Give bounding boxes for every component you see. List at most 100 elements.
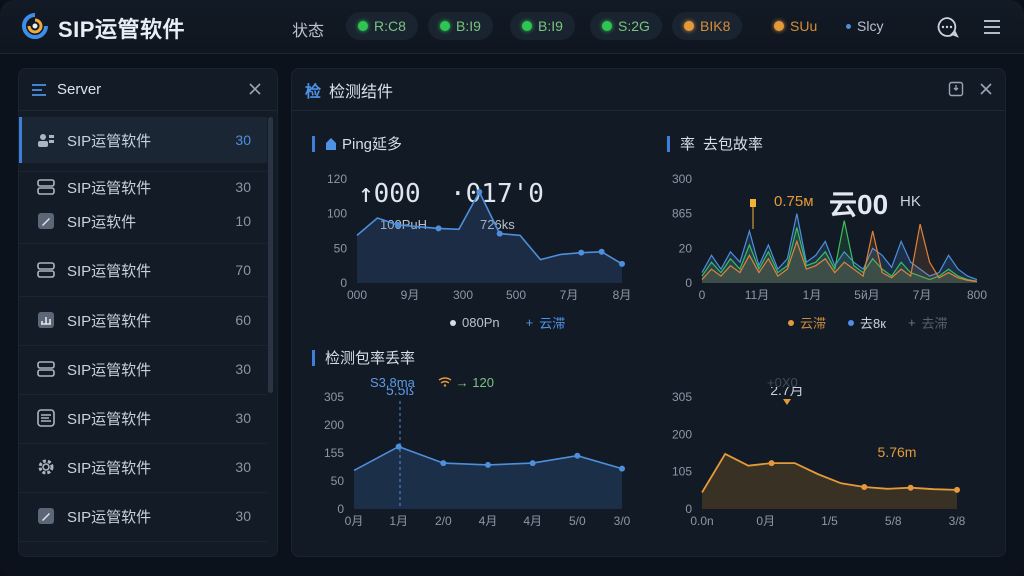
- status-pill-3[interactable]: B:I9: [510, 12, 575, 40]
- y-tick-label: 105: [672, 465, 692, 479]
- peak-marker: [783, 399, 791, 405]
- menu-icon[interactable]: [980, 15, 1004, 39]
- detect-loss-chart: 305 200 155 50 00月 1月 2/0 4月 4月 5/0 3/0 5.5ß: [324, 387, 631, 528]
- loss-section-title: 率 去包故率: [667, 133, 763, 154]
- status-dot-icon: [358, 21, 368, 31]
- app-title: SIP运管软件: [58, 17, 185, 42]
- logo-icon: [22, 13, 48, 39]
- top-bar: SIP运管软件 状态 R:C8 B:I9 B:I9 S:2G BIK8 SUu …: [0, 0, 1024, 54]
- x-tick-label: 1月: [389, 514, 408, 528]
- server-icon: [37, 361, 55, 377]
- x-tick-label: 1月: [803, 288, 822, 302]
- status-dot-icon: [846, 23, 851, 29]
- flag-marker: [750, 199, 756, 207]
- x-tick-label: 7月: [913, 288, 932, 302]
- status-pill-5[interactable]: BIK8: [672, 12, 743, 40]
- sidebar-item-3[interactable]: SIP运软件 10: [19, 209, 267, 233]
- x-tick-label: 0.0n: [690, 514, 713, 528]
- pin-icon: [326, 137, 336, 150]
- y-tick-label: 50: [334, 241, 348, 255]
- loss-legend: 云滞 去8к + 去滞: [788, 313, 948, 332]
- x-tick-label: 5/8: [885, 514, 902, 528]
- x-tick-label: 5/0: [569, 514, 586, 528]
- status-pill-2[interactable]: B:I9: [428, 12, 493, 40]
- x-tick-label: 1/5: [821, 514, 838, 528]
- x-tick-label: 800: [967, 288, 987, 302]
- y-tick-label: 120: [327, 172, 347, 186]
- panel-badge: 检: [305, 83, 322, 101]
- data-point: [598, 248, 605, 255]
- status-dot-icon: [684, 21, 694, 31]
- data-point: [619, 260, 625, 267]
- export-icon[interactable]: [948, 81, 964, 97]
- status-dot-icon: [440, 21, 450, 31]
- data-point: [440, 460, 447, 467]
- detect-section-title: 检测包率丢率: [312, 347, 415, 368]
- sidebar-scrollbar[interactable]: [268, 117, 273, 393]
- y-tick-label: 200: [672, 427, 692, 441]
- divider: [19, 243, 267, 244]
- y-tick-label: 100: [327, 207, 347, 221]
- x-tick-label: 0月: [345, 514, 364, 528]
- sidebar-item-7[interactable]: SIP运管软件 30: [19, 395, 267, 441]
- x-tick-label: 0: [699, 288, 706, 302]
- data-point: [619, 465, 625, 472]
- x-tick-label: 4月: [523, 514, 542, 528]
- series-area: [354, 446, 622, 509]
- data-point: [496, 230, 503, 237]
- sidebar-header: Server: [19, 69, 277, 111]
- status-pill-4[interactable]: S:2G: [590, 12, 662, 40]
- app-window: SIP运管软件 状态 R:C8 B:I9 B:I9 S:2G BIK8 SUu …: [0, 0, 1024, 576]
- data-point: [578, 249, 585, 256]
- sidebar-item-2[interactable]: SIP运管软件 30: [19, 175, 267, 199]
- x-tick-label: 5й月: [854, 288, 879, 302]
- status-pill-1[interactable]: R:C8: [346, 12, 418, 40]
- status-dot-icon: [602, 21, 612, 31]
- data-point: [954, 486, 960, 493]
- sidebar-title: Server: [57, 81, 102, 98]
- divider: [19, 171, 267, 172]
- x-tick-label: 300: [453, 288, 473, 302]
- x-tick-label: 11月: [745, 288, 769, 302]
- edit-icon: [38, 508, 54, 524]
- y-tick-label: 155: [324, 446, 344, 460]
- status-pill-6[interactable]: SUu: [762, 12, 829, 40]
- close-icon[interactable]: [247, 81, 263, 97]
- status-dot-icon: [522, 21, 532, 31]
- sidebar-item-1[interactable]: SIP运管软件 30: [19, 117, 267, 163]
- x-tick-label: 500: [506, 288, 526, 302]
- status-dot-icon: [774, 21, 784, 31]
- sidebar-item-6[interactable]: SIP运管软件 30: [19, 346, 267, 392]
- data-point: [574, 452, 581, 459]
- data-point: [394, 221, 401, 228]
- y-tick-label: 20: [679, 241, 693, 255]
- server-icon: [37, 262, 55, 278]
- series-area: [357, 192, 622, 283]
- x-tick-label: 3/0: [614, 514, 631, 528]
- sidebar-item-4[interactable]: SIP运管软件 70: [19, 247, 267, 293]
- x-tick-label: 9月: [401, 288, 420, 302]
- sidebar-item-9[interactable]: SIP运管软件 30: [19, 493, 267, 539]
- sidebar-item-8[interactable]: SIP运管软件 30: [19, 444, 267, 490]
- y-tick-label: 305: [324, 390, 344, 404]
- list-icon: [37, 409, 55, 427]
- x-tick-label: 3/8: [949, 514, 966, 528]
- wifi-icon: [438, 377, 452, 387]
- legend-item: + 云滞: [525, 315, 566, 331]
- detection-panel: 检 检测结件 Ping延多 率 去包故率 检测包率丢率 ↑000 ·017'0 …: [291, 68, 1006, 557]
- right-label: 5.76m: [878, 444, 917, 460]
- chat-icon[interactable]: [935, 15, 959, 39]
- data-point: [395, 443, 402, 450]
- y-tick-label: 300: [672, 172, 692, 186]
- close-icon[interactable]: [978, 81, 994, 97]
- data-point: [485, 461, 491, 468]
- gear-icon: [38, 459, 54, 475]
- status-label: 状态: [292, 23, 325, 40]
- ping-section-title: Ping延多: [312, 133, 402, 154]
- users-icon: [38, 134, 54, 147]
- data-point: [476, 189, 483, 195]
- status-pill-7[interactable]: Slcy: [846, 12, 883, 40]
- peak-label: 5.5ß: [386, 387, 414, 398]
- sidebar-item-5[interactable]: SIP运管软件 60: [19, 297, 267, 343]
- x-tick-label: 2/0: [435, 514, 452, 528]
